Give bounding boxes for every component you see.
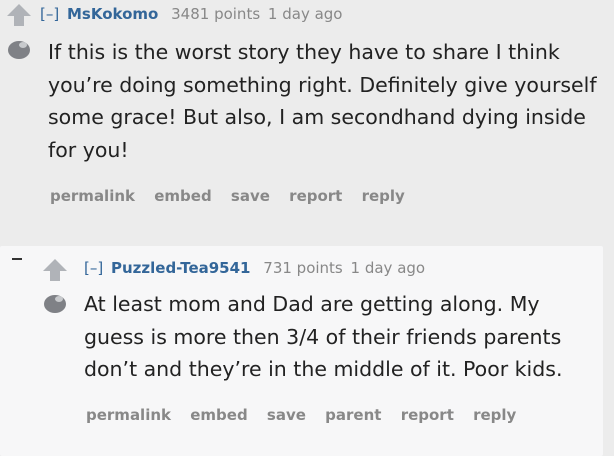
permalink-link[interactable]: permalink xyxy=(86,406,171,424)
embed-link[interactable]: embed xyxy=(154,187,211,205)
reply-link[interactable]: reply xyxy=(362,187,405,205)
comment-actions: permalink embed save parent report reply xyxy=(86,406,530,424)
reply-link[interactable]: reply xyxy=(473,406,516,424)
embed-link[interactable]: embed xyxy=(190,406,247,424)
save-link[interactable]: save xyxy=(267,406,306,424)
age-label: 1 day ago xyxy=(350,259,426,277)
top-comment: [–] MsKokomo 3481 points 1 day ago If th… xyxy=(0,0,614,240)
comment-body: At least mom and Dad are getting along. … xyxy=(84,292,563,382)
score-label: 3481 points xyxy=(171,5,261,23)
permalink-link[interactable]: permalink xyxy=(50,187,135,205)
comment-body: If this is the worst story they have to … xyxy=(48,40,597,162)
comment-tagline: [–] Puzzled-Tea9541 731 points 1 day ago xyxy=(84,259,425,277)
comment-tagline: [–] MsKokomo 3481 points 1 day ago xyxy=(40,5,342,23)
parent-link[interactable]: parent xyxy=(325,406,381,424)
collapse-toggle[interactable]: [–] xyxy=(40,5,59,23)
age-label: 1 day ago xyxy=(267,5,343,23)
upvote-arrow-icon[interactable] xyxy=(42,258,68,282)
downvote-arrow-icon[interactable] xyxy=(6,36,32,62)
author-link[interactable]: Puzzled-Tea9541 xyxy=(111,259,251,277)
collapse-toggle[interactable]: [–] xyxy=(84,259,103,277)
save-link[interactable]: save xyxy=(231,187,270,205)
author-link[interactable]: MsKokomo xyxy=(67,5,158,23)
score-label: 731 points xyxy=(263,259,343,277)
collapse-thread-icon[interactable] xyxy=(12,258,22,260)
report-link[interactable]: report xyxy=(289,187,342,205)
report-link[interactable]: report xyxy=(401,406,454,424)
upvote-arrow-icon[interactable] xyxy=(6,3,32,27)
downvote-arrow-icon[interactable] xyxy=(42,290,68,316)
comment-actions: permalink embed save report reply xyxy=(50,187,419,205)
